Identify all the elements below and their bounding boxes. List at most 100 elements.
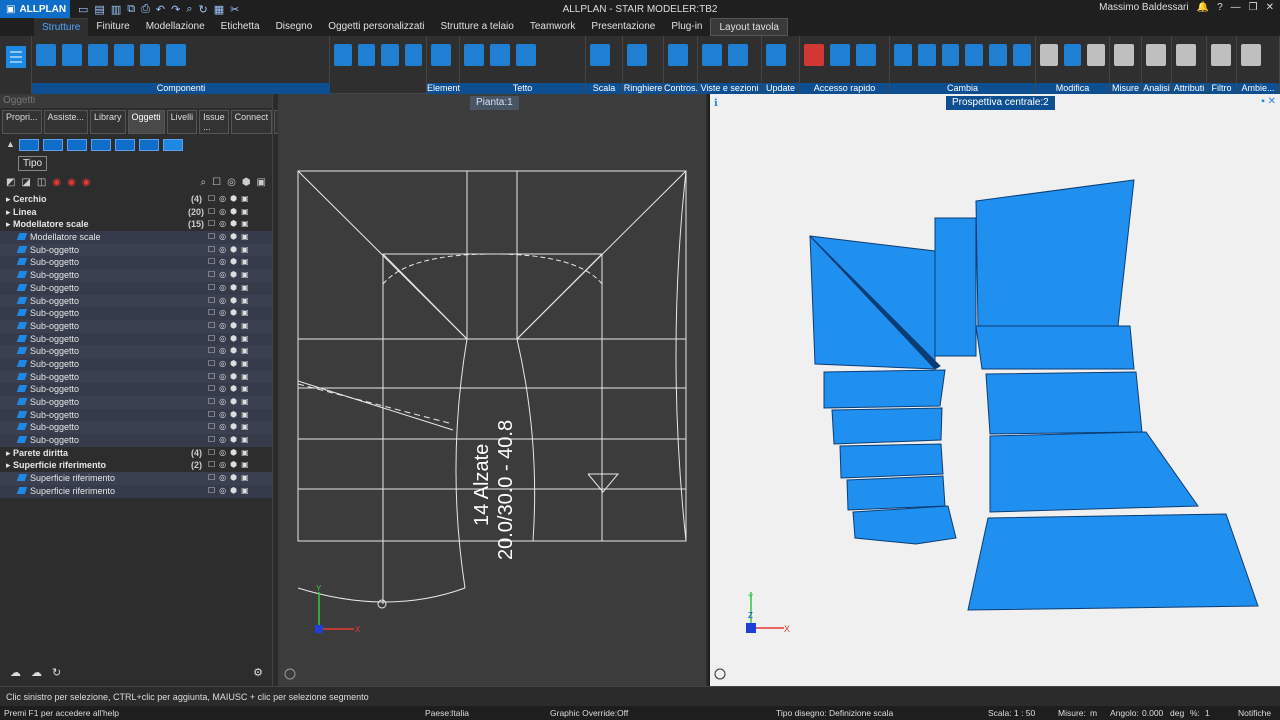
panel-tab[interactable]: Library (90, 110, 126, 134)
open-icon[interactable]: ▤ (94, 3, 104, 16)
checkbox[interactable]: ☐ (208, 472, 215, 485)
checkbox[interactable]: ☐ (208, 193, 215, 206)
cube-icon[interactable]: ⬢ (230, 244, 237, 257)
delete-red-icon[interactable]: ◉ (82, 177, 91, 191)
image-icon[interactable]: ▣ (241, 256, 249, 269)
tree-item-row[interactable]: Sub-oggetto ☐ ◎ ⬢ ▣ (0, 421, 272, 435)
tree-item-row[interactable]: Sub-oggetto ☐ ◎ ⬢ ▣ (0, 319, 272, 333)
ribbon-tool-icon[interactable] (36, 44, 56, 66)
checkbox[interactable]: ☐ (208, 409, 215, 422)
panel-tab[interactable]: Livelli (166, 110, 198, 134)
plan-viewport-title[interactable]: Pianta:1 (470, 96, 519, 110)
image-icon[interactable]: ▣ (241, 333, 249, 346)
bell-icon[interactable]: 🔔 (1197, 2, 1209, 13)
checkbox[interactable]: ☐ (208, 447, 215, 460)
image-icon[interactable]: ▣ (241, 307, 249, 320)
tree-item-row[interactable]: Superficie riferimento ☐ ◎ ⬢ ▣ (0, 472, 272, 485)
refresh-icon[interactable]: ↻ (52, 666, 61, 680)
restore-icon[interactable]: ❐ (1249, 2, 1258, 13)
eye-icon[interactable]: ◎ (219, 193, 226, 206)
tree-item-row[interactable]: Sub-oggetto ☐ ◎ ⬢ ▣ (0, 243, 272, 257)
ribbon-tool-icon[interactable] (627, 44, 647, 66)
checkbox[interactable]: ☐ (208, 421, 215, 434)
eye-icon[interactable]: ◎ (219, 459, 226, 472)
ribbon-tab[interactable]: Strutture a telaio (432, 18, 521, 36)
eye-icon[interactable]: ◎ (219, 485, 226, 498)
ribbon-tool-icon[interactable] (702, 44, 722, 66)
expand-arrow-icon[interactable]: ▸ (6, 219, 13, 229)
ribbon-tool-icon[interactable] (88, 44, 108, 66)
view-table-icon[interactable] (90, 139, 111, 151)
eye-icon[interactable]: ◎ (219, 447, 226, 460)
cloud-upload-icon[interactable]: ☁ (10, 666, 21, 680)
eye-icon[interactable]: ◎ (219, 218, 226, 231)
new-icon[interactable]: ▭ (78, 3, 88, 16)
cube-icon[interactable]: ⬢ (230, 472, 237, 485)
ribbon-tool-icon[interactable] (357, 44, 375, 66)
ribbon-tool-icon[interactable] (830, 44, 850, 66)
tree-item-row[interactable]: Sub-oggetto ☐ ◎ ⬢ ▣ (0, 370, 272, 384)
panel-tab[interactable]: Connect (230, 110, 273, 134)
cube-icon[interactable]: ⬢ (230, 295, 237, 308)
checkbox[interactable]: ☐ (208, 256, 215, 269)
checkbox[interactable]: ☐ (208, 269, 215, 282)
tree-item-row[interactable]: Sub-oggetto ☐ ◎ ⬢ ▣ (0, 307, 272, 320)
tools-icon[interactable]: ✂ (230, 3, 239, 16)
ribbon-tool-icon[interactable] (464, 44, 484, 66)
checkbox[interactable]: ☐ (208, 320, 215, 333)
tree-group-row[interactable]: ▸ Cerchio (4) ☐ ◎ ⬢ ▣ (0, 193, 272, 206)
cube-icon[interactable]: ⬢ (230, 421, 237, 434)
image-icon[interactable]: ▣ (241, 231, 249, 244)
ribbon-tool-icon[interactable] (590, 44, 610, 66)
checkbox[interactable]: ☐ (208, 383, 215, 396)
checkbox[interactable]: ☐ (208, 345, 215, 358)
image-icon[interactable]: ▣ (241, 434, 249, 447)
ribbon-tool-icon[interactable] (1040, 44, 1058, 66)
graphic-override-value[interactable]: Off (617, 708, 628, 718)
eye-icon[interactable]: ◎ (219, 320, 226, 333)
cube-icon[interactable]: ⬢ (230, 358, 237, 371)
view-tag-icon[interactable] (138, 139, 159, 151)
cube-icon[interactable]: ⬢ (230, 193, 237, 206)
cube-icon[interactable]: ⬢ (230, 231, 237, 244)
image-icon[interactable]: ▣ (241, 472, 249, 485)
ribbon-tab[interactable]: Oggetti personalizzati (320, 18, 432, 36)
tipo-button[interactable]: Tipo (18, 156, 48, 171)
ribbon-tool-icon[interactable] (404, 44, 422, 66)
view-layers-icon[interactable] (66, 139, 87, 151)
cube-all-icon[interactable]: ⬢ (242, 177, 251, 191)
refresh-icon[interactable]: ↻ (199, 3, 208, 16)
eye-icon[interactable]: ◎ (219, 282, 226, 295)
tree-group-row[interactable]: ▸ Superficie riferimento (2) ☐ ◎ ⬢ ▣ (0, 459, 272, 473)
ribbon-tool-icon[interactable] (728, 44, 748, 66)
select-icon[interactable]: ◩ (6, 177, 15, 191)
image-icon[interactable]: ▣ (241, 269, 249, 282)
checkbox[interactable]: ☐ (208, 485, 215, 498)
tree-item-row[interactable]: Sub-oggetto ☐ ◎ ⬢ ▣ (0, 357, 272, 371)
cube-icon[interactable]: ⬢ (230, 307, 237, 320)
image-icon[interactable]: ▣ (241, 383, 249, 396)
tree-item-row[interactable]: Superficie riferimento ☐ ◎ ⬢ ▣ (0, 484, 272, 498)
ribbon-tab[interactable]: Strutture (34, 18, 89, 36)
expand-arrow-icon[interactable]: ▸ (6, 460, 13, 470)
eye-icon[interactable]: ◎ (219, 396, 226, 409)
cube-icon[interactable]: ⬢ (230, 447, 237, 460)
image-icon[interactable]: ▣ (241, 371, 249, 384)
zoom-icon[interactable]: ⌕ (186, 3, 192, 16)
eye-icon[interactable]: ◎ (219, 409, 226, 422)
cube-icon[interactable]: ⬢ (230, 485, 237, 498)
image-icon[interactable]: ▣ (241, 459, 249, 472)
expand-arrow-icon[interactable]: ▸ (6, 194, 13, 204)
search-icon[interactable]: ⌕ (201, 177, 207, 191)
ribbon-tool-icon[interactable] (856, 44, 876, 66)
eye-icon[interactable]: ◎ (219, 345, 226, 358)
eye-icon[interactable]: ◎ (219, 206, 226, 219)
filter-select-icon[interactable]: ◫ (37, 177, 46, 191)
plan-viewport[interactable]: Pianta:1 14 Alzate 20.0/30.0 - 40.8 Y X (278, 94, 706, 686)
cube-icon[interactable]: ⬢ (230, 409, 237, 422)
image-icon[interactable]: ▣ (241, 485, 249, 498)
cube-icon[interactable]: ⬢ (230, 333, 237, 346)
layout-icon[interactable]: ▦ (214, 3, 224, 16)
cloud-settings-icon[interactable]: ☁ (31, 666, 42, 680)
panel-tab[interactable]: Oggetti (127, 110, 165, 134)
